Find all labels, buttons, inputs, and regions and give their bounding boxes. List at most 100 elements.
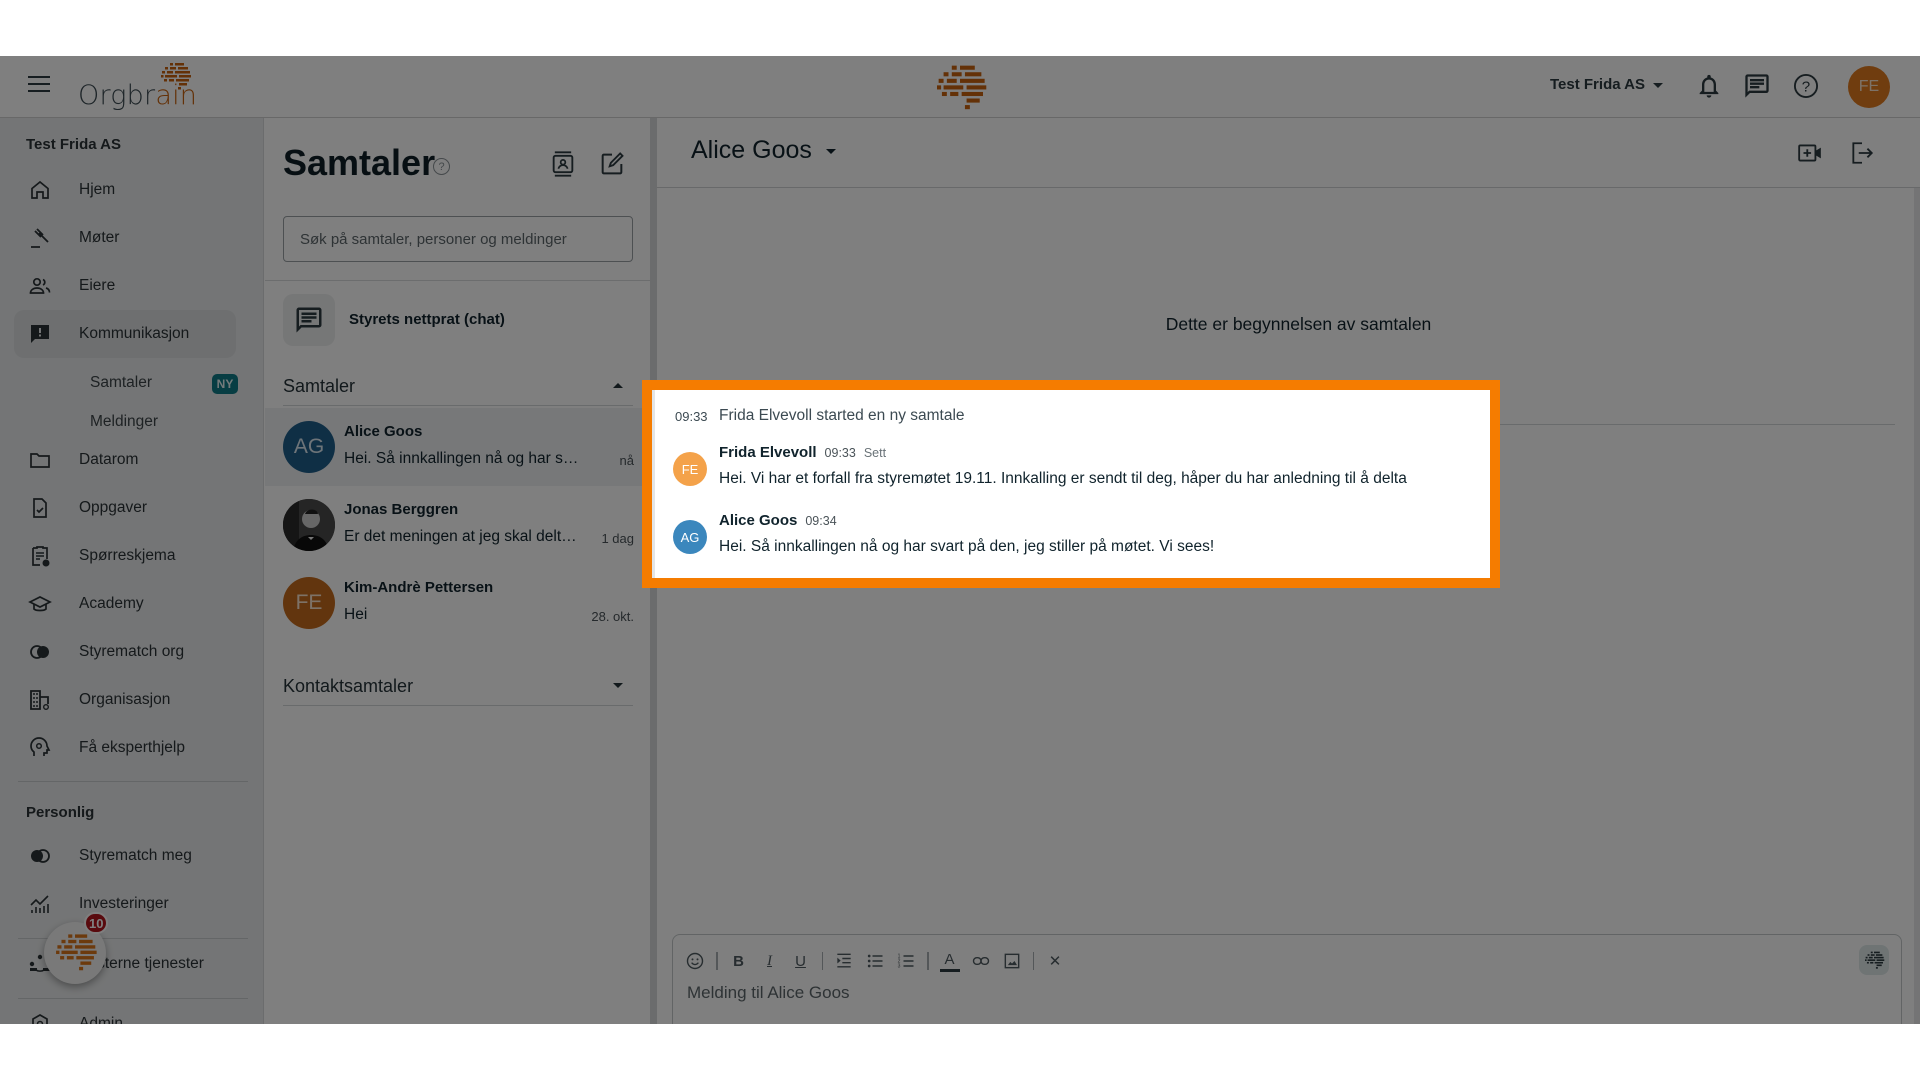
notification-count-badge: 10 [84,912,109,934]
home-icon [31,180,49,199]
bullet-list-icon[interactable] [865,951,885,971]
board-chat-icon-box [283,294,335,346]
sidebar-item-hjem[interactable]: Hjem [14,166,236,214]
sidebar-item-styrematch-org[interactable]: Styrematch org [14,628,236,676]
top-bar: Orgbrain Test Frida AS ? FE [0,56,1920,118]
sidebar-item-organisasjon[interactable]: Organisasjon [14,676,236,724]
new-conversation-icon[interactable] [598,150,626,178]
org-switcher[interactable]: Test Frida AS [1550,76,1664,93]
conversation-item[interactable]: AG Alice Goos Hei. Så innkallingen nå og… [265,408,650,486]
styrematch-icon [31,849,50,863]
sidebar-item-datarom[interactable]: Datarom [14,436,236,484]
system-message-text: Frida Elvevoll started en ny samtale [719,407,965,424]
read-status: Sett [863,446,887,460]
numbered-list-icon[interactable]: 123 [896,951,916,971]
message-input[interactable] [687,983,1787,1003]
user-avatar[interactable]: FE [1848,66,1890,108]
indent-icon[interactable] [834,951,854,971]
contact-conversations-toggle[interactable]: Kontaktsamtaler [283,666,633,706]
sidebar-org-name: Test Frida AS [26,136,122,153]
contacts-icon[interactable] [549,150,577,178]
admin-icon [32,1014,48,1024]
conversations-section-toggle[interactable]: Samtaler [283,366,633,406]
sidebar-item-eksperthjelp[interactable]: Få eksperthjelp [14,724,236,772]
conversation-item[interactable]: Jonas Berggren Er det meningen at jeg sk… [265,486,650,564]
message-time: 09:33 [824,446,856,460]
avatar-photo [283,499,335,551]
avatar: AG [283,421,335,473]
folder-icon [30,453,50,468]
conversation-list-panel: Samtaler ? Styrets nettprat (chat) Samta… [265,118,650,1024]
formatting-toolbar: B I U 123 A ✕ [685,949,1076,973]
sidebar-section-personlig: Personlig [26,804,95,821]
message-body: Hei. Så innkallingen nå og har svart på … [719,538,1215,555]
assistant-button[interactable]: 10 [44,912,109,984]
brain-icon [1865,951,1885,969]
people-icon [29,277,51,294]
chat-icon [296,307,322,333]
sidebar-item-styrematch-meg[interactable]: Styrematch meg [14,832,236,880]
emoji-icon[interactable] [685,951,705,971]
svg-text:3: 3 [898,964,901,970]
message-time: 09:34 [805,514,837,528]
avatar: AG [673,520,707,554]
sidebar-item-academy[interactable]: Academy [14,580,236,628]
help-icon[interactable]: ? [1792,72,1820,100]
sidebar-subitem-samtaler[interactable]: Samtaler [90,374,152,392]
sidebar-item-eiere[interactable]: Eiere [14,262,236,310]
sidebar-divider [18,781,248,782]
system-message-time: 09:33 [675,409,708,424]
sidebar-item-oppgaver[interactable]: Oppgaver [14,484,236,532]
orgbrain-logo[interactable]: Orgbrain [78,62,198,112]
message-header: Frida Elvevoll 09:33 Sett [719,444,886,461]
bold-button[interactable]: B [729,951,749,971]
sidebar-item-sporreskjema[interactable]: Spørreskjema [14,532,236,580]
chat-title-dropdown[interactable]: Alice Goos [691,136,836,165]
sidebar: Test Frida AS Hjem Møter Eiere Kommunika… [0,118,264,1024]
board-chat-item[interactable]: Styrets nettprat (chat) [283,294,633,346]
chevron-down-icon [613,683,623,688]
video-call-icon[interactable] [1797,140,1823,166]
sidebar-subitem-meldinger[interactable]: Meldinger [90,413,158,431]
sidebar-item-kommunikasjon[interactable]: Kommunikasjon [14,310,236,358]
italic-button[interactable]: I [760,951,780,971]
messages-list: 09:33 Frida Elvevoll started en ny samta… [652,390,1490,578]
help-icon[interactable]: ? [433,158,450,175]
ai-assistant-button[interactable] [1859,945,1889,975]
avatar: FE [673,452,707,486]
sidebar-item-moter[interactable]: Møter [14,214,236,262]
menu-icon[interactable] [28,76,50,94]
list-divider [265,280,650,281]
sidebar-item-investeringer[interactable]: Investeringer [14,880,236,928]
scrollbar[interactable] [1914,188,1920,1024]
link-icon[interactable] [971,951,991,971]
toolbar-separator [716,952,718,970]
search-input[interactable] [283,216,633,262]
underline-button[interactable]: U [791,951,811,971]
chevron-down-icon [825,148,836,154]
person-photo-icon [283,499,335,551]
avatar: FE [283,577,335,629]
sidebar-divider [18,998,248,999]
feedback-icon [31,325,49,343]
brain-logo-icon [161,63,191,90]
message: FE Frida Elvevoll 09:33 Sett Hei. Vi har e… [673,442,1473,498]
styrematch-icon [30,645,49,659]
image-icon[interactable] [1002,951,1022,971]
bell-icon[interactable] [1695,72,1723,100]
clear-format-button[interactable]: ✕ [1045,951,1065,971]
chat-icon[interactable] [1743,72,1771,100]
task-icon [33,498,47,518]
conversation-item[interactable]: FE Kim-Andrè Pettersen Hei 28. okt. [265,564,650,642]
leave-conversation-icon[interactable] [1849,140,1875,166]
toolbar-separator [1032,952,1034,970]
sidebar-item-admin[interactable]: Admin [14,1000,236,1024]
text-color-button[interactable]: A [939,950,960,972]
school-icon [28,596,52,612]
toolbar-separator [927,952,929,970]
chevron-up-icon [613,383,623,388]
message: AG Alice Goos 09:34 Hei. Så innkallingen … [673,510,1473,566]
survey-icon [32,546,50,567]
svg-text:?: ? [1802,78,1810,95]
message-header: Alice Goos 09:34 [719,512,837,529]
